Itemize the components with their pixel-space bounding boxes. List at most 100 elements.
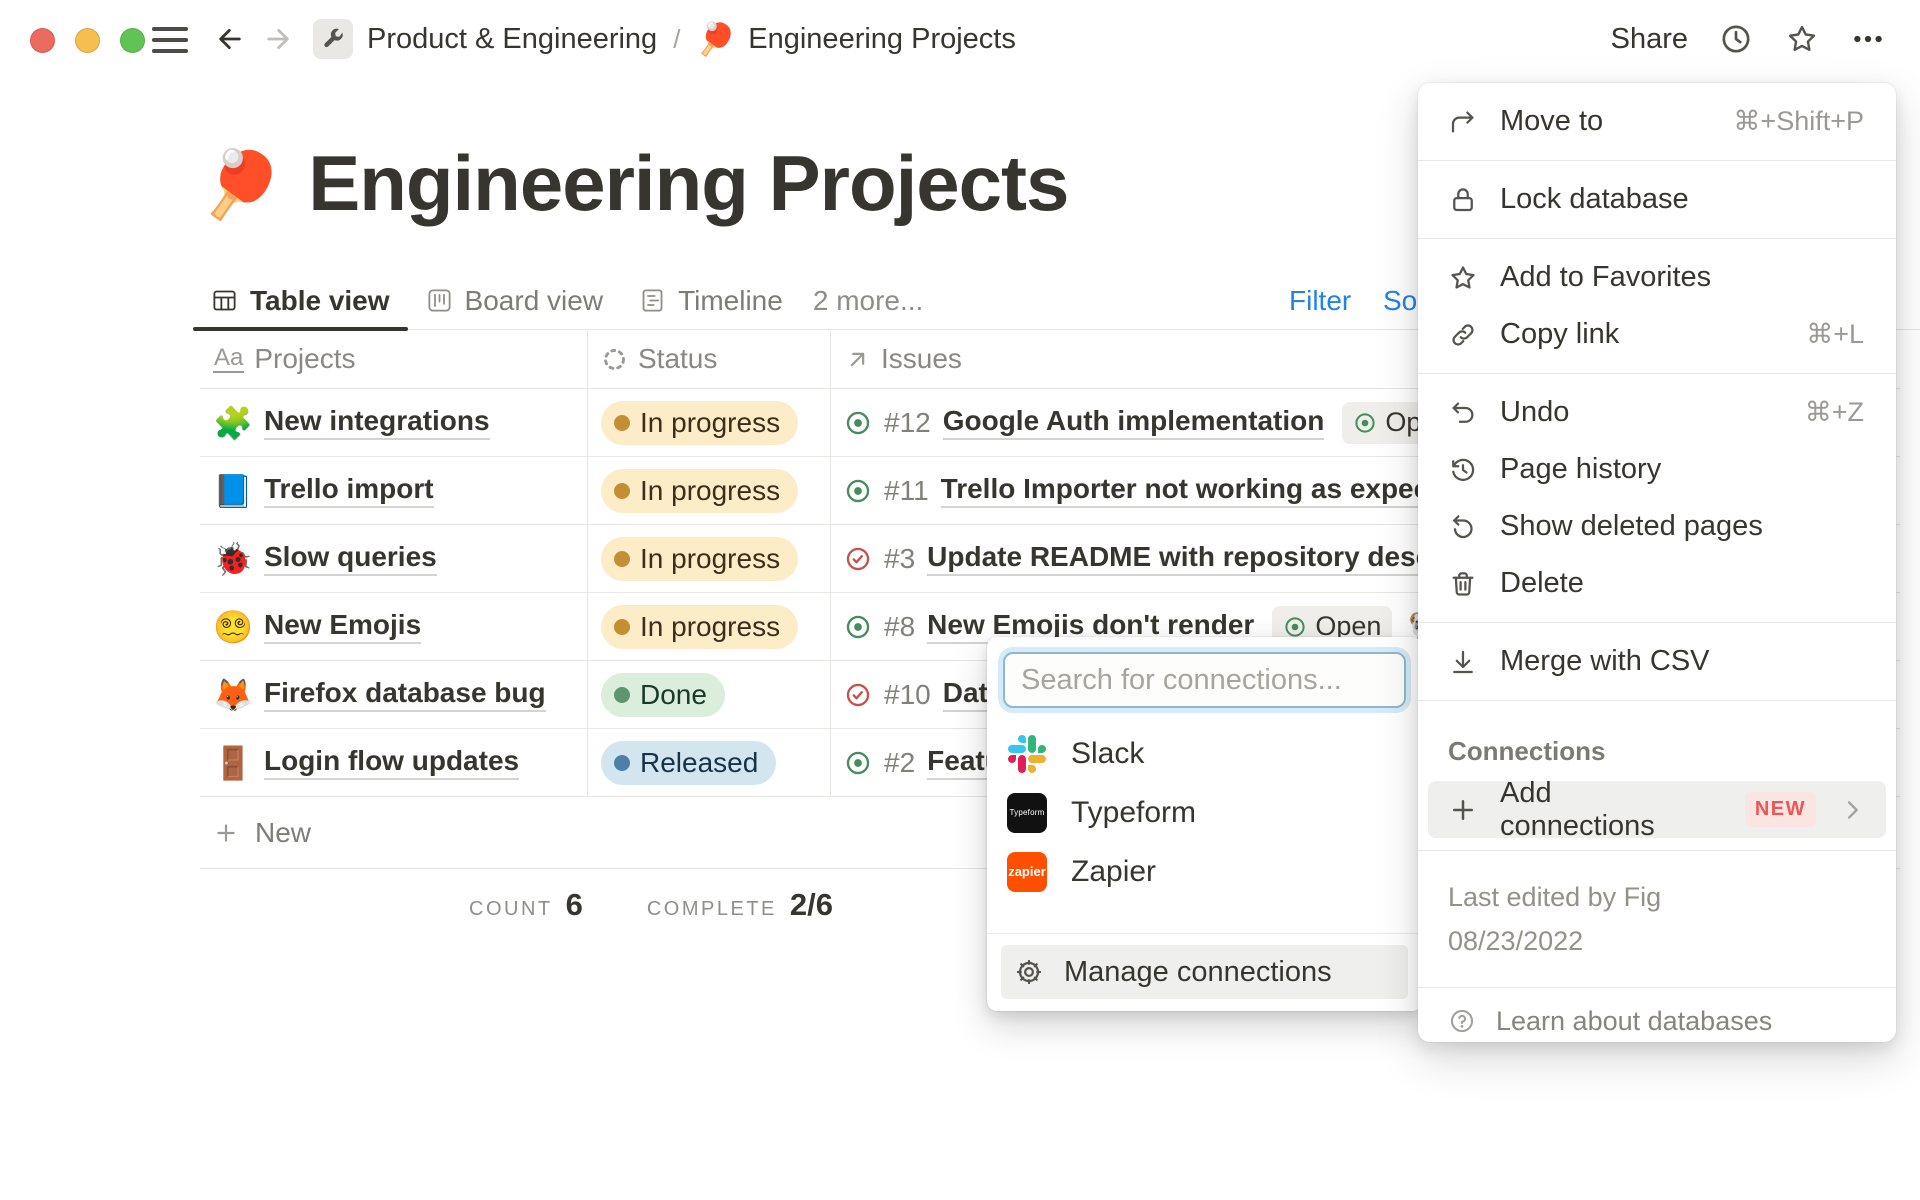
project-emoji-icon: 😵‍💫 [213, 608, 249, 646]
project-page-link[interactable]: 🦊 Firefox database bug [213, 676, 546, 714]
status-pill[interactable]: In progress [601, 401, 798, 445]
menu-item-add-to-favorites[interactable]: Add to Favorites [1418, 249, 1896, 306]
plus-icon [1448, 795, 1478, 825]
tab-timeline[interactable]: Timeline [621, 272, 801, 329]
sidebar-toggle-icon[interactable] [152, 27, 188, 53]
project-page-link[interactable]: 😵‍💫 New Emojis [213, 608, 421, 646]
connection-option-typeform[interactable]: Typeform Typeform [987, 783, 1422, 842]
menu-divider [1418, 987, 1896, 988]
status-pill[interactable]: Done [601, 673, 725, 717]
connections-search-input[interactable] [1003, 652, 1406, 708]
menu-item-show-deleted-pages[interactable]: Show deleted pages [1418, 498, 1896, 555]
connection-option-zapier[interactable]: zapier Zapier [987, 842, 1422, 901]
trash-icon [1448, 569, 1478, 599]
favorite-star-icon[interactable] [1784, 21, 1820, 57]
gear-icon [1014, 957, 1044, 987]
page-title-emoji[interactable]: 🏓 [200, 151, 282, 217]
manage-connections-label: Manage connections [1064, 956, 1332, 989]
status-dot-icon [614, 483, 630, 499]
breadcrumb-page[interactable]: 🏓 Engineering Projects [696, 23, 1015, 56]
menu-item-undo[interactable]: Undo ⌘+Z [1418, 384, 1896, 441]
last-edited-date: 08/23/2022 [1448, 919, 1896, 963]
count-aggregate[interactable]: COUNT 6 [469, 887, 583, 923]
menu-item-merge-with-csv[interactable]: Merge with CSV [1418, 633, 1896, 690]
status-pill[interactable]: Released [601, 741, 776, 785]
timeline-icon [639, 287, 666, 314]
teamspace-icon[interactable] [313, 19, 353, 59]
relation-arrow-icon [844, 346, 871, 373]
text-property-icon: Aa [213, 345, 244, 372]
add-connections-item[interactable]: Add connections NEW [1428, 781, 1886, 838]
menu-divider [1418, 622, 1896, 623]
slack-logo-icon [1007, 734, 1047, 774]
minimize-window-button[interactable] [75, 28, 100, 53]
page-emoji-icon: 🏓 [696, 23, 736, 55]
menu-divider [1418, 700, 1896, 701]
status-label: Released [640, 747, 758, 779]
last-edited-by: Last edited by Fig [1448, 875, 1896, 919]
filter-button[interactable]: Filter [1289, 272, 1351, 329]
close-window-button[interactable] [30, 28, 55, 53]
page-title[interactable]: Engineering Projects [308, 138, 1068, 229]
tab-label: Timeline [678, 285, 783, 317]
status-label: In progress [640, 407, 780, 439]
project-title: Trello import [264, 473, 434, 508]
project-page-link[interactable]: 🐞 Slow queries [213, 540, 437, 578]
column-header-status[interactable]: Status [587, 330, 830, 388]
undo-icon [1448, 398, 1478, 428]
issue-link[interactable]: #3 Update README with repository desc [844, 541, 1431, 576]
help-question-icon [1448, 1007, 1476, 1035]
issue-title: Trello Importer not working as expec [941, 473, 1430, 508]
sort-button[interactable]: So [1383, 272, 1417, 329]
project-title: Slow queries [264, 541, 437, 576]
menu-item-delete[interactable]: Delete [1418, 555, 1896, 612]
issue-title: Dat [943, 677, 988, 712]
complete-aggregate[interactable]: COMPLETE 2/6 [647, 887, 833, 923]
more-options-icon[interactable] [1850, 21, 1886, 57]
project-emoji-icon: 🧩 [213, 404, 249, 442]
manage-connections-item[interactable]: Manage connections [1001, 945, 1408, 999]
page-header: 🏓 Engineering Projects [200, 138, 1068, 229]
tab-table-view[interactable]: Table view [193, 272, 408, 329]
project-page-link[interactable]: 📘 Trello import [213, 472, 434, 510]
window-titlebar: Product & Engineering / 🏓 Engineering Pr… [0, 0, 1920, 78]
menu-item-lock-database[interactable]: Lock database [1418, 171, 1896, 228]
project-page-link[interactable]: 🚪 Login flow updates [213, 744, 519, 782]
status-label: Done [640, 679, 707, 711]
issue-link[interactable]: #11 Trello Importer not working as expec [844, 473, 1429, 508]
issue-state-icon [844, 545, 872, 573]
status-pill[interactable]: In progress [601, 537, 798, 581]
menu-item-move-to[interactable]: Move to ⌘+Shift+P [1418, 93, 1896, 150]
move-to-icon [1448, 107, 1478, 137]
updates-clock-icon[interactable] [1718, 21, 1754, 57]
issue-link[interactable]: #2 Featu [844, 745, 1002, 780]
status-label: In progress [640, 475, 780, 507]
tab-board-view[interactable]: Board view [408, 272, 622, 329]
status-pill[interactable]: In progress [601, 605, 798, 649]
share-button[interactable]: Share [1611, 23, 1688, 56]
star-icon [1448, 263, 1478, 293]
breadcrumb-team[interactable]: Product & Engineering [367, 23, 657, 56]
menu-item-copy-link[interactable]: Copy link ⌘+L [1418, 306, 1896, 363]
learn-about-databases-link[interactable]: Learn about databases [1418, 998, 1896, 1044]
issue-link[interactable]: #12 Google Auth implementation Ope [844, 402, 1447, 444]
issue-number: #12 [884, 407, 931, 439]
tab-label: Board view [465, 285, 604, 317]
issue-state-icon [844, 681, 872, 709]
zoom-window-button[interactable] [120, 28, 145, 53]
lock-icon [1448, 185, 1478, 215]
status-pill[interactable]: In progress [601, 469, 798, 513]
menu-divider [1418, 373, 1896, 374]
column-header-projects[interactable]: Aa Projects [200, 330, 587, 388]
menu-item-page-history[interactable]: Page history [1418, 441, 1896, 498]
count-label: COUNT [469, 898, 553, 921]
status-property-icon [601, 346, 628, 373]
more-views-button[interactable]: 2 more... [801, 272, 935, 329]
back-icon[interactable] [214, 23, 246, 55]
project-page-link[interactable]: 🧩 New integrations [213, 404, 490, 442]
issue-link[interactable]: #10 Dat [844, 677, 988, 712]
last-edited-info: Last edited by Fig 08/23/2022 [1418, 863, 1896, 977]
forward-icon[interactable] [262, 23, 294, 55]
column-label: Status [638, 343, 717, 375]
connection-option-slack[interactable]: Slack [987, 724, 1422, 783]
